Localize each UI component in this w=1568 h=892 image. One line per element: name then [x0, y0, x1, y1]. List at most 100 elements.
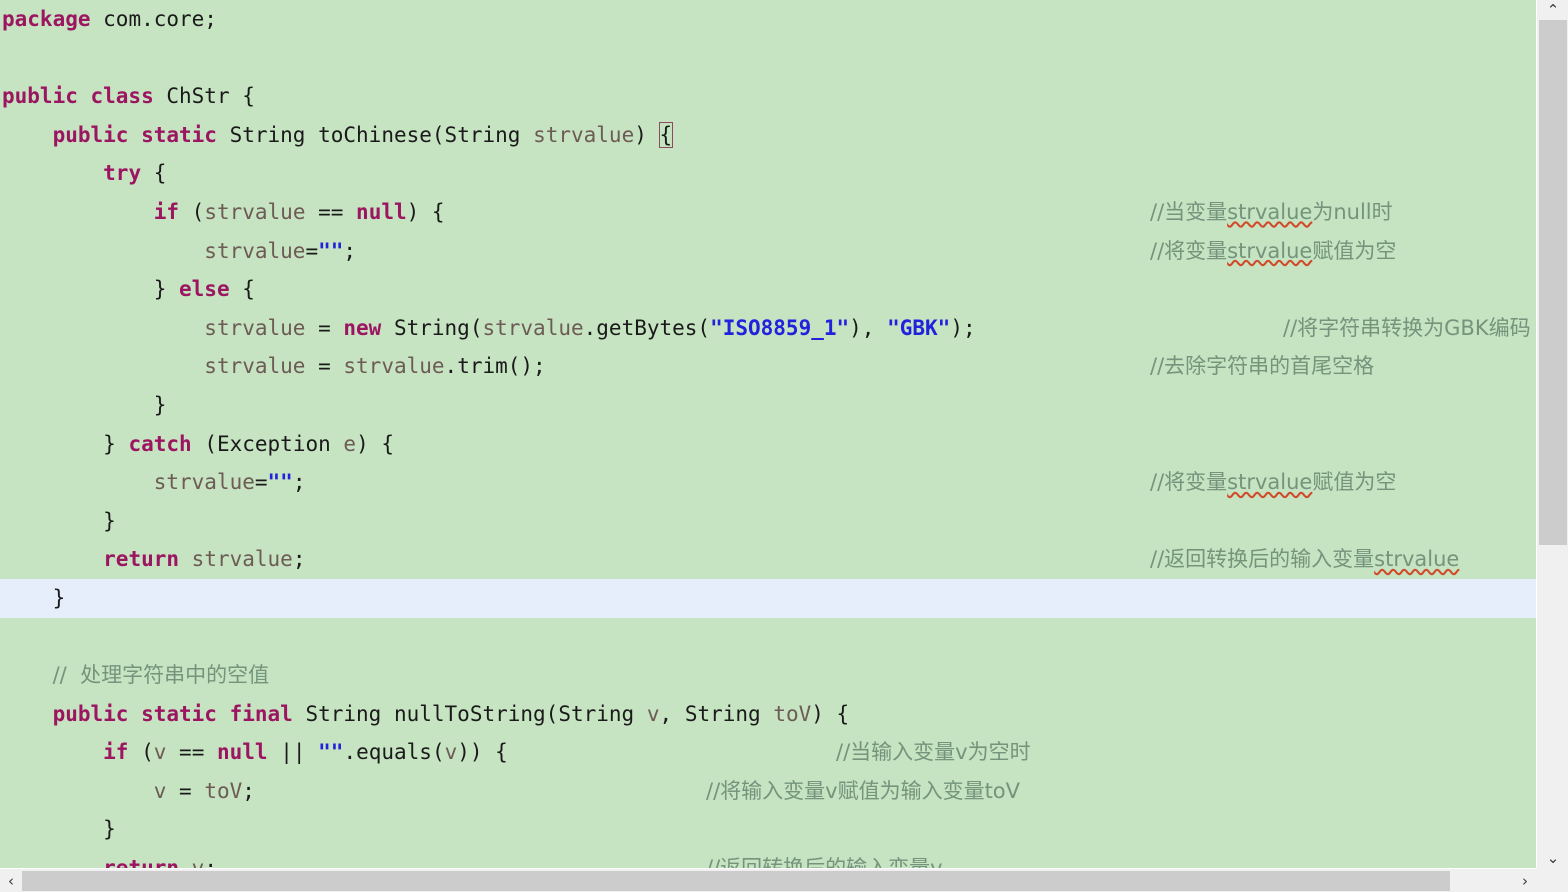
code-line[interactable]: } else { [0, 270, 1536, 309]
code-token: "GBK" [887, 315, 951, 340]
code-content[interactable]: package com.core; public class ChStr { p… [0, 0, 1536, 868]
code-token: ( [141, 740, 154, 765]
code-token: .equals( [343, 740, 445, 765]
code-token: ( [191, 199, 205, 224]
code-token: null [216, 740, 268, 765]
code-token: String( [393, 315, 483, 340]
code-token: null [356, 199, 407, 224]
code-line[interactable]: } catch (Exception e) { [0, 425, 1536, 464]
code-token: ; [343, 238, 357, 263]
code-token: else [179, 277, 230, 302]
code-token: strvalue [343, 354, 445, 379]
code-line[interactable]: } [0, 386, 1536, 425]
code-line[interactable] [0, 39, 1536, 78]
code-token: v [153, 778, 167, 803]
code-line[interactable]: } [0, 578, 1536, 618]
code-token: ; [292, 547, 306, 572]
code-token: )) { [457, 740, 508, 765]
code-token: , [659, 701, 685, 726]
code-token: public class [2, 84, 167, 109]
code-token: ; [242, 778, 255, 803]
code-line[interactable] [0, 618, 1536, 657]
code-token: { [229, 277, 255, 302]
comment-text: 赋值为空 [1312, 470, 1397, 495]
code-line[interactable]: package com.core; [0, 0, 1536, 39]
code-token: package [2, 7, 104, 31]
code-token: } [103, 431, 129, 456]
code-token: public static final [52, 701, 306, 726]
code-token: ) { [356, 431, 394, 456]
code-token: } [153, 277, 180, 302]
comment-text: //当输入变量v为空时 [836, 740, 1031, 765]
code-token: return [103, 856, 192, 868]
code-line[interactable]: public class ChStr { [0, 77, 1536, 116]
code-token: if [153, 199, 192, 224]
scroll-down-arrow-icon[interactable]: ⌄ [1537, 848, 1568, 868]
code-token: toV [204, 778, 243, 803]
code-token: nullToString( [393, 701, 559, 726]
code-token: e [343, 431, 357, 456]
code-line[interactable]: } [0, 810, 1536, 849]
code-line[interactable]: public static final String nullToString(… [0, 695, 1536, 734]
trailing-comment: //返回转换后的输入变量v [706, 849, 943, 868]
spellcheck-squiggly-text: strvalue [1227, 200, 1313, 224]
code-token: com.core; [103, 7, 217, 31]
comment-text: //返回转换后的输入变量 [1150, 547, 1375, 572]
code-token: String [305, 701, 394, 726]
horizontal-scrollbar-thumb[interactable] [22, 871, 1450, 891]
code-token: { [153, 161, 167, 186]
scroll-left-arrow-icon[interactable]: ‹ [0, 869, 22, 892]
code-token: toV [773, 701, 812, 726]
code-line[interactable]: if (v == null || "".equals(v)) { [0, 733, 1536, 772]
comment-text: 为null时 [1312, 200, 1393, 224]
code-token: { [658, 121, 674, 148]
spellcheck-squiggly-text: strvalue [1227, 470, 1313, 495]
vertical-scrollbar-thumb[interactable] [1539, 20, 1567, 545]
code-token: new [343, 315, 394, 340]
code-token: = [305, 238, 319, 263]
code-line[interactable]: try { [0, 154, 1536, 193]
code-token: public static [52, 122, 230, 147]
code-token: "ISO8859_1" [710, 315, 850, 340]
code-editor-viewport[interactable]: package com.core; public class ChStr { p… [0, 0, 1536, 868]
scrollbar-corner [1536, 868, 1568, 892]
code-token: } [153, 392, 167, 417]
code-line[interactable]: public static String toChinese(String st… [0, 116, 1536, 155]
code-line[interactable]: // 处理字符串中的空值 [0, 656, 1536, 695]
comment-text: //将字符串转换为GBK编码 [1283, 315, 1531, 340]
comment-text: 赋值为空 [1312, 238, 1397, 263]
code-token: == [305, 199, 357, 224]
code-token: ChStr { [166, 84, 255, 109]
code-token: String [684, 701, 774, 726]
code-token: v [646, 701, 660, 726]
code-token: // 处理字符串中的空值 [52, 663, 270, 688]
trailing-comment: //将变量strvalue赋值为空 [1150, 463, 1396, 502]
code-token: "" [318, 238, 344, 263]
code-token: .trim(); [444, 354, 546, 379]
code-token: ; [292, 470, 306, 495]
trailing-comment: //将输入变量v赋值为输入变量toV [706, 772, 1020, 811]
vertical-scrollbar[interactable]: ⌃ ⌄ [1536, 0, 1568, 892]
code-token: "" [318, 740, 344, 765]
comment-text: //将变量 [1150, 470, 1228, 495]
spellcheck-squiggly-text: strvalue [1374, 547, 1460, 572]
code-token: ), [849, 315, 888, 340]
code-token: catch [128, 431, 192, 456]
code-line[interactable]: } [0, 502, 1536, 541]
scroll-right-arrow-icon[interactable]: › [1514, 869, 1536, 892]
trailing-comment: //当输入变量v为空时 [836, 733, 1031, 772]
code-token: strvalue [204, 315, 306, 340]
code-token: = [166, 778, 205, 803]
horizontal-scrollbar[interactable]: ‹ › [0, 868, 1568, 892]
code-token: Exception [216, 431, 344, 456]
comment-text: //去除字符串的首尾空格 [1150, 354, 1375, 379]
code-token: || [267, 740, 319, 765]
code-token: strvalue [204, 199, 306, 224]
code-token: toChinese( [318, 122, 445, 147]
scroll-up-arrow-icon[interactable]: ⌃ [1537, 0, 1568, 20]
code-token: strvalue [204, 238, 306, 263]
comment-text: //当变量 [1150, 200, 1228, 224]
comment-text: //返回转换后的输入变量v [706, 856, 943, 868]
code-token: strvalue [482, 315, 584, 340]
code-token: return [103, 547, 192, 572]
